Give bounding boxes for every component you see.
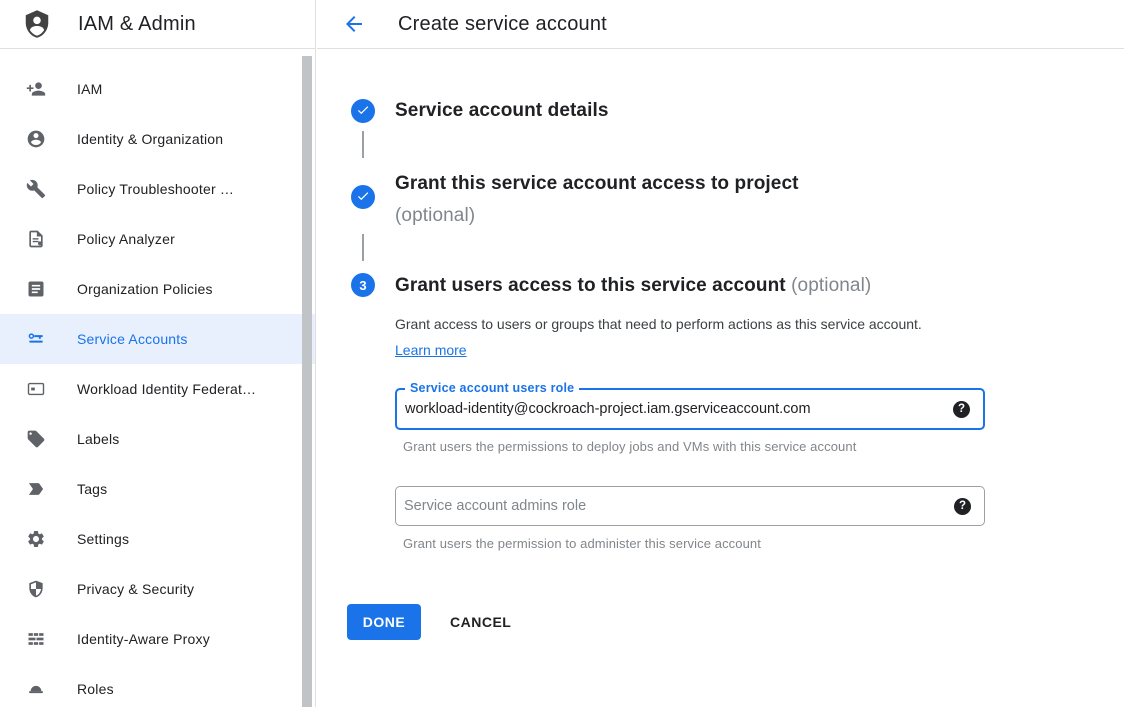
- sidebar-item-label: IAM: [77, 81, 103, 97]
- article-icon: [26, 279, 46, 299]
- sidebar-item-label: Roles: [77, 681, 114, 697]
- step-2-title[interactable]: Grant this service account access to pro…: [395, 168, 995, 232]
- sidebar-item-workload-identity-federation[interactable]: Workload Identity Federat…: [0, 364, 315, 414]
- proxy-grid-icon: [26, 629, 46, 649]
- sidebar-item-label: Workload Identity Federat…: [77, 381, 256, 397]
- sidebar-item-label: Organization Policies: [77, 281, 213, 297]
- badge-card-icon: [26, 379, 46, 399]
- sidebar-scrollbar-thumb[interactable]: [302, 56, 312, 707]
- sidebar-item-policy-analyzer[interactable]: Policy Analyzer: [0, 214, 315, 264]
- cancel-button[interactable]: CANCEL: [450, 604, 511, 640]
- sidebar-nav: IAM Identity & Organization Policy Troub…: [0, 49, 315, 714]
- step-1-title[interactable]: Service account details: [395, 99, 995, 123]
- gear-icon: [26, 529, 46, 549]
- step-1-completed-check: [351, 99, 375, 123]
- step-connector: [362, 131, 364, 158]
- create-service-account-form: Service account details Grant this servi…: [317, 49, 1124, 707]
- shield-half-icon: [26, 579, 46, 599]
- sidebar-item-tags[interactable]: Tags: [0, 464, 315, 514]
- sidebar: IAM & Admin IAM Identity & Organization …: [0, 0, 316, 707]
- sidebar-item-identity-organization[interactable]: Identity & Organization: [0, 114, 315, 164]
- learn-more-link[interactable]: Learn more: [395, 342, 467, 358]
- tag-arrow-icon: [26, 479, 46, 499]
- service-account-key-icon: [26, 329, 46, 349]
- page-title: Create service account: [398, 0, 607, 49]
- users-role-helper-text: Grant users the permissions to deploy jo…: [403, 439, 856, 454]
- sidebar-item-label: Identity & Organization: [77, 131, 223, 147]
- sidebar-item-label: Privacy & Security: [77, 581, 194, 597]
- sidebar-item-identity-aware-proxy[interactable]: Identity-Aware Proxy: [0, 614, 315, 664]
- back-button[interactable]: [341, 12, 367, 38]
- help-icon[interactable]: ?: [953, 401, 970, 418]
- step-connector: [362, 234, 364, 261]
- step-3-title: Grant users access to this service accou…: [395, 273, 995, 298]
- service-account-admins-role-field: ?: [395, 486, 985, 526]
- document-gear-icon: [26, 229, 46, 249]
- sidebar-item-label: Settings: [77, 531, 129, 547]
- sidebar-item-label: Identity-Aware Proxy: [77, 631, 210, 647]
- help-icon[interactable]: ?: [954, 498, 971, 515]
- label-tag-icon: [26, 429, 46, 449]
- wrench-icon: [26, 179, 46, 199]
- step-2-optional-label: (optional): [395, 200, 995, 232]
- hat-icon: [26, 679, 46, 699]
- shield-person-icon: [22, 8, 52, 40]
- service-account-users-role-field: Service account users role ?: [395, 388, 985, 430]
- step-3-number-badge: 3: [351, 273, 375, 297]
- sidebar-item-label: Policy Analyzer: [77, 231, 175, 247]
- main-panel: Create service account Service account d…: [317, 0, 1124, 707]
- sidebar-item-organization-policies[interactable]: Organization Policies: [0, 264, 315, 314]
- account-circle-icon: [26, 129, 46, 149]
- arrow-back-icon: [342, 24, 366, 39]
- sidebar-header: IAM & Admin: [0, 0, 315, 49]
- done-button[interactable]: DONE: [347, 604, 421, 640]
- sidebar-item-label: Policy Troubleshooter …: [77, 181, 234, 197]
- step-3-optional-label: (optional): [791, 275, 871, 296]
- product-title: IAM & Admin: [78, 13, 196, 36]
- sidebar-item-privacy-security[interactable]: Privacy & Security: [0, 564, 315, 614]
- check-icon: [356, 103, 370, 120]
- service-account-users-role-input[interactable]: [397, 390, 939, 428]
- page-header: Create service account: [317, 0, 1124, 49]
- sidebar-item-policy-troubleshooter[interactable]: Policy Troubleshooter …: [0, 164, 315, 214]
- check-icon: [356, 189, 370, 206]
- step-2-completed-check: [351, 185, 375, 209]
- sidebar-item-iam[interactable]: IAM: [0, 64, 315, 114]
- sidebar-item-label: Tags: [77, 481, 107, 497]
- sidebar-item-service-accounts[interactable]: Service Accounts: [0, 314, 315, 364]
- sidebar-item-label: Labels: [77, 431, 119, 447]
- person-add-icon: [26, 79, 46, 99]
- service-account-admins-role-input[interactable]: [396, 487, 940, 525]
- admins-role-helper-text: Grant users the permission to administer…: [403, 536, 761, 551]
- sidebar-item-labels[interactable]: Labels: [0, 414, 315, 464]
- sidebar-item-settings[interactable]: Settings: [0, 514, 315, 564]
- sidebar-item-label: Service Accounts: [77, 331, 188, 347]
- step-3-description: Grant access to users or groups that nee…: [395, 312, 940, 363]
